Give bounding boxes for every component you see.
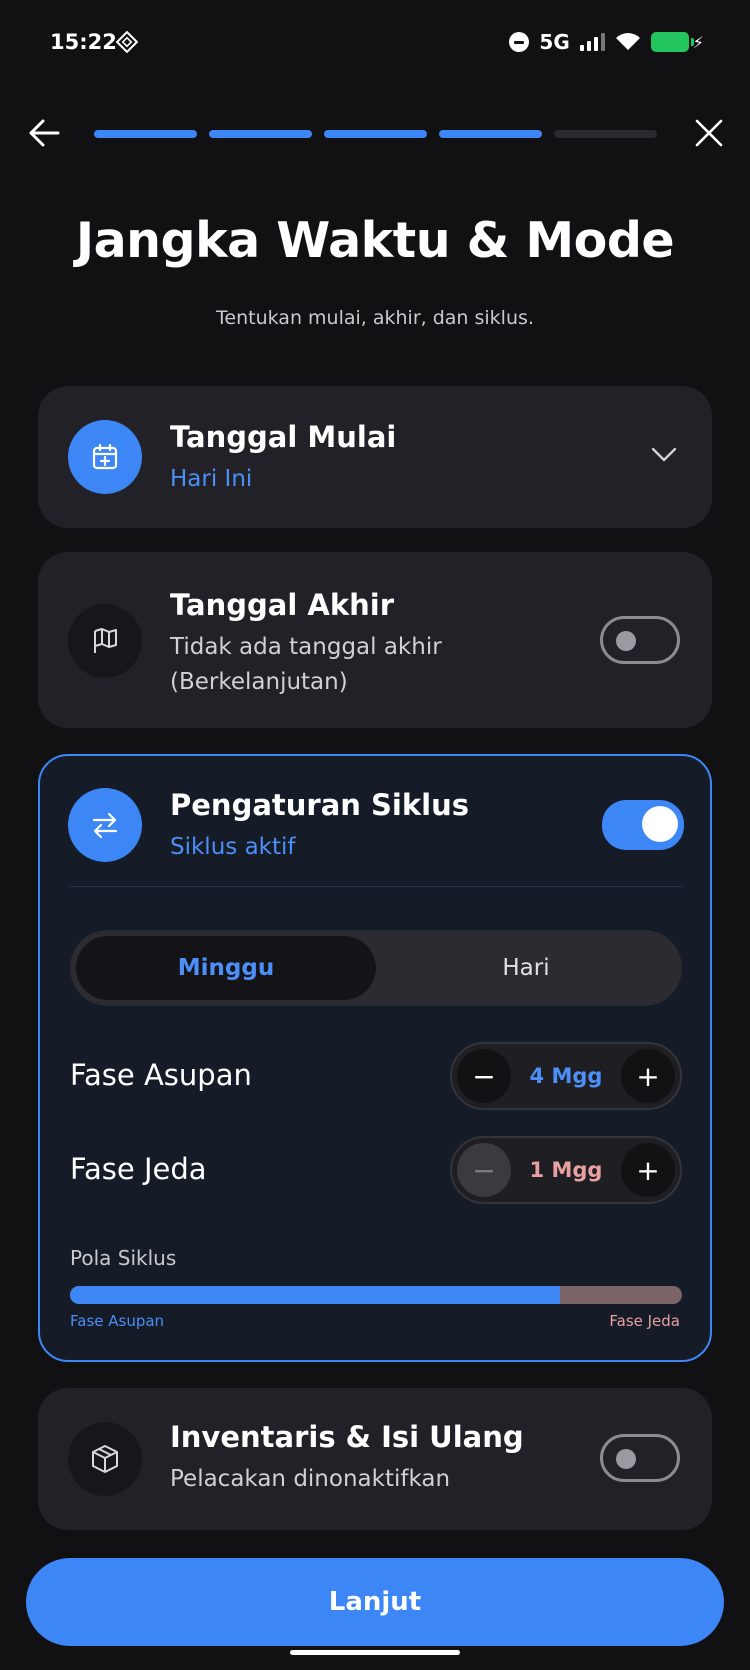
divider [70, 886, 682, 887]
inventory-card: Inventaris & Isi Ulang Pelacakan dinonak… [38, 1388, 712, 1530]
pause-decrement-button[interactable]: − [457, 1143, 511, 1197]
pattern-pause-caption: Fase Jeda [609, 1312, 680, 1330]
progress-segment [94, 130, 197, 138]
nfc-icon [116, 31, 138, 53]
step-progress [94, 130, 657, 138]
charging-icon: ⚡ [692, 32, 704, 52]
cycle-pattern-label: Pola Siklus [70, 1246, 177, 1270]
intake-phase-fill [70, 1286, 560, 1304]
flag-icon [68, 604, 142, 678]
progress-segment [439, 130, 542, 138]
start-date-title: Tanggal Mulai [170, 420, 397, 454]
end-date-value-line2: (Berkelanjutan) [170, 669, 348, 695]
network-type: 5G [539, 30, 570, 54]
continue-button[interactable]: Lanjut [26, 1558, 724, 1646]
wifi-icon [615, 33, 640, 50]
inventory-status: Pelacakan dinonaktifkan [170, 1466, 451, 1492]
box-icon [68, 1422, 142, 1496]
home-indicator [290, 1650, 460, 1655]
pause-increment-button[interactable]: + [621, 1143, 675, 1197]
signal-icon [579, 33, 605, 51]
progress-segment [209, 130, 312, 138]
calendar-plus-icon [68, 420, 142, 494]
battery-icon [650, 32, 694, 52]
inventory-toggle[interactable] [600, 1434, 680, 1482]
end-date-title: Tanggal Akhir [170, 588, 394, 622]
close-icon[interactable] [688, 112, 730, 154]
intake-phase-value: 4 Mgg [529, 1064, 603, 1088]
back-arrow-icon[interactable] [24, 112, 66, 154]
cycle-title: Pengaturan Siklus [170, 788, 469, 822]
intake-phase-label: Fase Asupan [70, 1058, 252, 1092]
pattern-intake-caption: Fase Asupan [70, 1312, 165, 1330]
chevron-down-icon[interactable] [650, 444, 678, 464]
pause-phase-stepper: − 1 Mgg + [450, 1136, 682, 1204]
end-date-value-line1: Tidak ada tanggal akhir [170, 634, 442, 660]
page-subtitle: Tentukan mulai, akhir, dan siklus. [216, 307, 534, 329]
intake-decrement-button[interactable]: − [457, 1049, 511, 1103]
cycle-status: Siklus aktif [170, 834, 296, 860]
pause-phase-label: Fase Jeda [70, 1152, 207, 1186]
cycle-pattern-bar [70, 1286, 682, 1304]
progress-segment [554, 130, 657, 138]
start-date-card[interactable]: Tanggal Mulai Hari Ini [38, 386, 712, 528]
intake-phase-stepper: − 4 Mgg + [450, 1042, 682, 1110]
start-date-value: Hari Ini [170, 466, 253, 492]
do-not-disturb-icon [509, 32, 530, 52]
unit-option-days[interactable]: Hari [376, 936, 676, 1000]
status-time: 15:22 [50, 30, 117, 54]
end-date-toggle[interactable] [600, 616, 680, 664]
cycle-toggle[interactable] [602, 800, 684, 850]
intake-increment-button[interactable]: + [621, 1049, 675, 1103]
pause-phase-value: 1 Mgg [529, 1158, 603, 1182]
end-date-card: Tanggal Akhir Tidak ada tanggal akhir (B… [38, 552, 712, 728]
page-title: Jangka Waktu & Mode [75, 212, 675, 269]
inventory-title: Inventaris & Isi Ulang [170, 1420, 524, 1454]
status-indicators: 5G ⚡ [509, 30, 704, 54]
cycle-settings-card: Pengaturan Siklus Siklus aktif Minggu Ha… [38, 754, 712, 1362]
cycle-unit-selector: Minggu Hari [70, 930, 682, 1006]
swap-arrows-icon [68, 788, 142, 862]
progress-segment [324, 130, 427, 138]
unit-option-weeks[interactable]: Minggu [76, 936, 376, 1000]
